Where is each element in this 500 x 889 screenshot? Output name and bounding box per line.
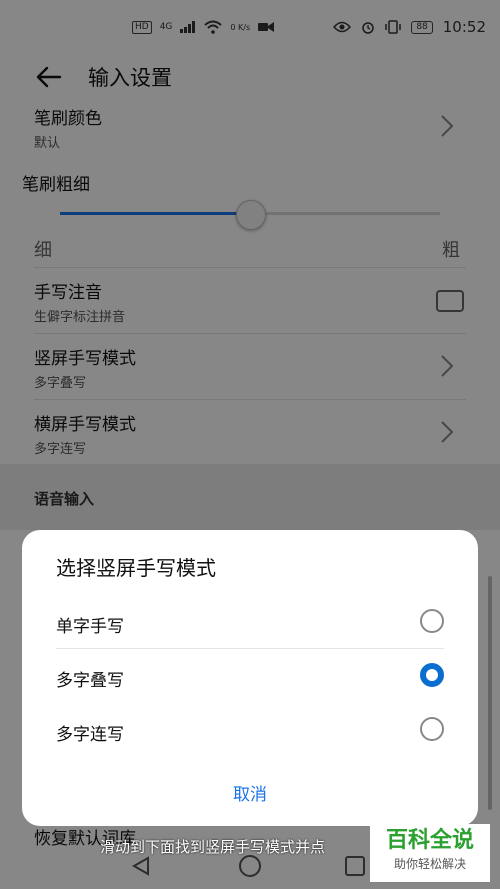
scrollbar[interactable]	[488, 576, 492, 810]
option-label: 多字连写	[56, 725, 124, 745]
portrait-mode-dialog: 选择竖屏手写模式 单字手写 多字叠写 多字连写 取消	[22, 530, 478, 826]
radio-button[interactable]	[420, 717, 444, 741]
cancel-button[interactable]: 取消	[22, 780, 478, 805]
divider	[56, 648, 444, 649]
watermark-title: 百科全说	[385, 828, 474, 853]
option-multi-continuous[interactable]: 多字连写	[22, 704, 478, 758]
option-multi-overlap[interactable]: 多字叠写	[22, 650, 478, 704]
radio-button[interactable]	[420, 609, 444, 633]
radio-button-selected[interactable]	[420, 663, 444, 687]
option-single-char[interactable]: 单字手写	[22, 596, 478, 650]
option-label: 多字叠写	[56, 671, 124, 691]
dialog-title: 选择竖屏手写模式	[56, 556, 216, 580]
option-label: 单字手写	[56, 617, 124, 637]
video-caption: 滑动到下面找到竖屏手写模式并点	[100, 838, 326, 856]
watermark-logo: 百科全说 助你轻松解决	[370, 824, 490, 882]
watermark-subtitle: 助你轻松解决	[393, 857, 466, 871]
